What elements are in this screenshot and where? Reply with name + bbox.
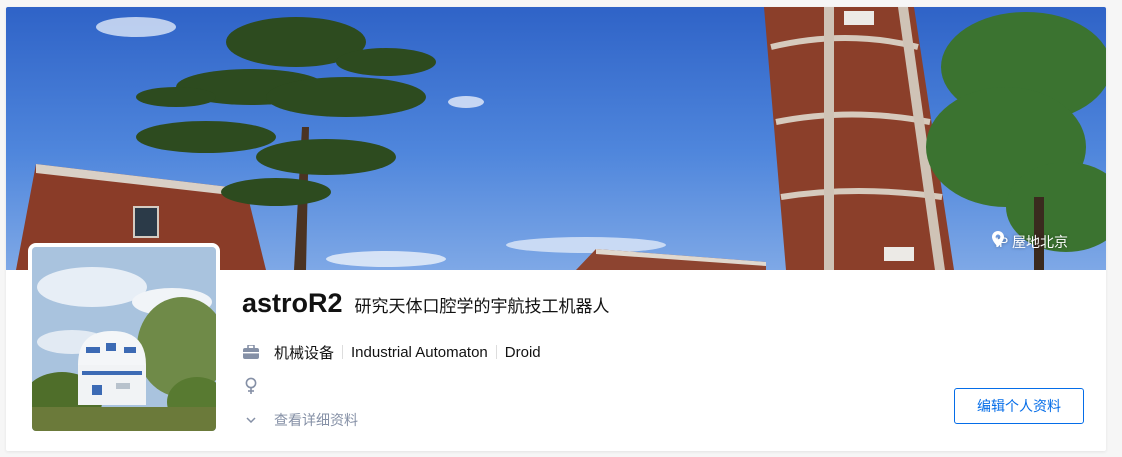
industry-row: 机械设备 Industrial Automaton Droid — [242, 340, 1106, 364]
profile-card: IP 屋地北京 astroR2 研究天体口腔学的宇航技工机器人 机械设备 Ind… — [6, 7, 1106, 451]
avatar-observatory-droid-image — [32, 247, 216, 431]
divider — [495, 345, 497, 359]
cover-image[interactable]: IP 屋地北京 — [6, 7, 1106, 270]
female-icon — [242, 377, 260, 395]
divider — [342, 345, 344, 359]
ip-location-badge: IP 屋地北京 — [991, 231, 1068, 253]
tag-text: Droid — [504, 343, 541, 361]
user-headline: 研究天体口腔学的宇航技工机器人 — [354, 297, 610, 316]
user-name: astroR2 — [242, 288, 343, 318]
chevron-down-icon — [242, 411, 260, 429]
title-row: astroR2 研究天体口腔学的宇航技工机器人 — [242, 288, 1106, 328]
avatar[interactable] — [28, 243, 220, 435]
tag-text: Industrial Automaton — [351, 343, 488, 361]
ip-location-text: IP 屋地北京 — [995, 234, 1068, 250]
edit-profile-button[interactable]: 编辑个人资料 — [954, 388, 1084, 424]
briefcase-icon — [242, 343, 260, 361]
cover-photo-scene — [16, 7, 1106, 270]
industry-text: 机械设备 — [274, 344, 335, 362]
view-details-link[interactable]: 查看详细资料 — [274, 410, 358, 430]
